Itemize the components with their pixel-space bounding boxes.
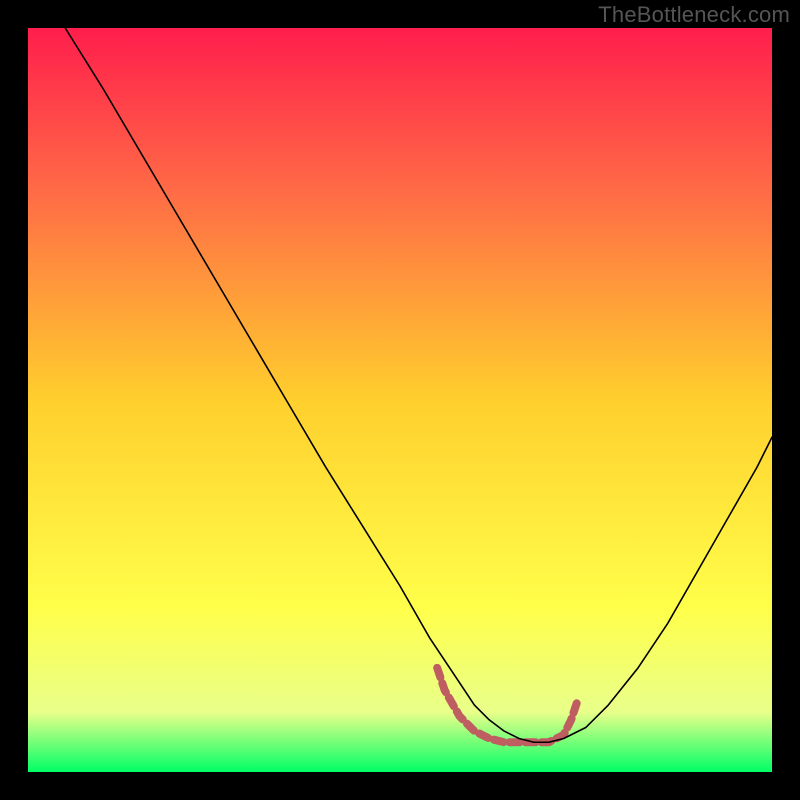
gradient-background [28, 28, 772, 772]
chart-container: TheBottleneck.com [0, 0, 800, 800]
chart-svg [28, 28, 772, 772]
watermark-text: TheBottleneck.com [598, 2, 790, 28]
plot-area [28, 28, 772, 772]
